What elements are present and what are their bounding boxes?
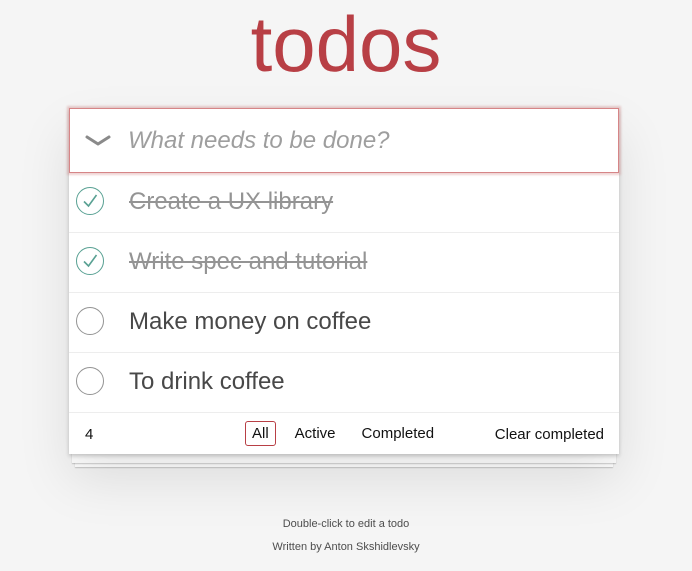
toggle-all-button[interactable] [78, 123, 118, 159]
info-author: Written by Anton Skshidlevsky [272, 541, 420, 553]
info-edit-hint: Double-click to edit a todo [282, 518, 410, 530]
todo-label[interactable]: Make money on coffee [129, 307, 371, 337]
checkmark-icon [83, 254, 98, 268]
footer: 4 All Active Completed Clear completed [69, 413, 619, 454]
todo-app: Create a UX library Write spec and tutor… [69, 108, 619, 454]
todo-item: Make money on coffee [69, 293, 619, 353]
filter-completed[interactable]: Completed [355, 421, 442, 446]
todo-checkbox[interactable] [76, 247, 104, 275]
items-left-count: 4 [85, 426, 94, 443]
clear-completed-button[interactable]: Clear completed [495, 426, 604, 443]
filters: All Active Completed [245, 421, 453, 446]
todo-list: Create a UX library Write spec and tutor… [69, 173, 619, 413]
todo-item: To drink coffee [69, 353, 619, 413]
todo-item: Create a UX library [69, 173, 619, 233]
todo-checkbox[interactable] [76, 187, 104, 215]
chevron-down-icon [85, 135, 111, 146]
filter-active[interactable]: Active [288, 421, 343, 446]
filter-all[interactable]: All [245, 421, 276, 446]
todo-label[interactable]: To drink coffee [129, 367, 285, 397]
checkmark-icon [83, 194, 98, 208]
todo-checkbox[interactable] [76, 307, 104, 335]
todo-label[interactable]: Create a UX library [129, 187, 333, 217]
app-title: todos [250, 0, 442, 88]
header [69, 108, 619, 173]
new-todo-input[interactable] [128, 117, 608, 165]
todo-label[interactable]: Write spec and tutorial [129, 247, 367, 277]
todo-checkbox[interactable] [76, 367, 104, 395]
todo-item: Write spec and tutorial [69, 233, 619, 293]
